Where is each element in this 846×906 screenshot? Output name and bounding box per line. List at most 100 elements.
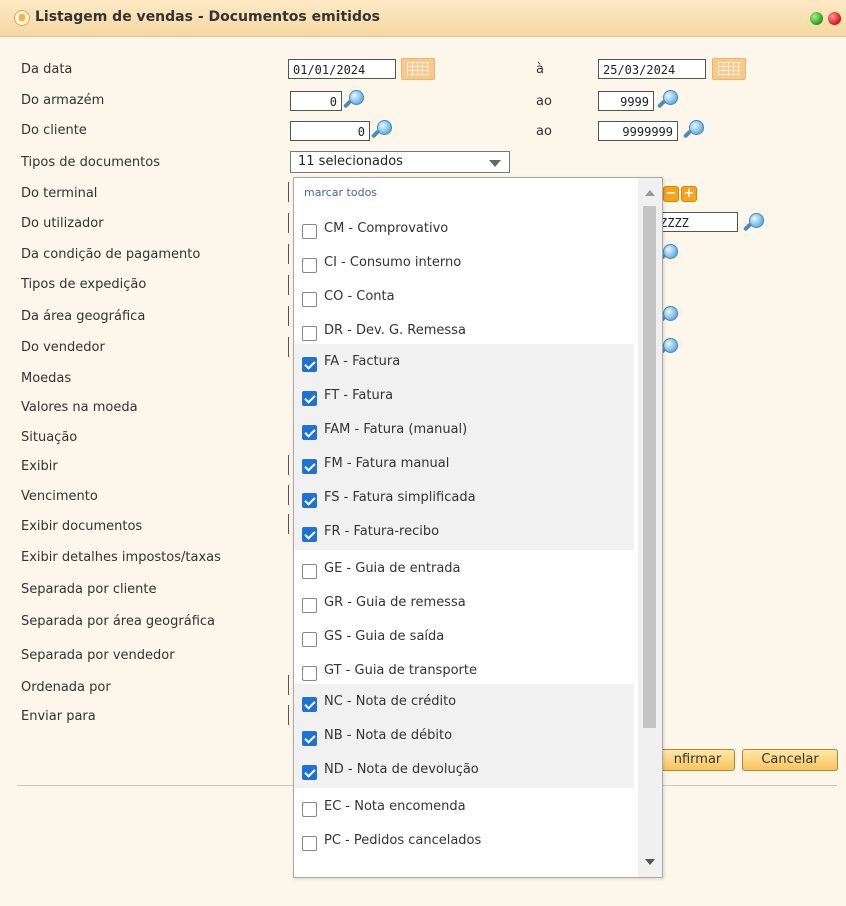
doc-type-option[interactable]: FA - Factura bbox=[294, 344, 634, 380]
doc-type-label: FS - Fatura simplificada bbox=[324, 490, 476, 505]
warehouse-from-input[interactable]: 0 bbox=[290, 91, 342, 111]
doc-type-label: FM - Fatura manual bbox=[324, 456, 450, 471]
client-to-input[interactable]: 9999999 bbox=[598, 121, 678, 141]
scroll-thumb[interactable] bbox=[643, 206, 656, 728]
warehouse-to-input[interactable]: 9999 bbox=[598, 91, 654, 111]
mark-all-link[interactable]: marcar todos bbox=[304, 186, 377, 199]
doc-type-option[interactable]: FS - Fatura simplificada bbox=[294, 480, 634, 516]
unchecked-checkbox[interactable] bbox=[302, 632, 317, 647]
doc-type-option[interactable]: CM - Comprovativo bbox=[294, 208, 634, 244]
doc-type-option[interactable]: FR - Fatura-recibo bbox=[294, 514, 634, 550]
form-label: Separada por cliente bbox=[21, 582, 157, 597]
unchecked-checkbox[interactable] bbox=[302, 326, 317, 341]
plus-icon[interactable]: + bbox=[681, 186, 697, 202]
warehouse-to-label: ao bbox=[536, 94, 552, 109]
date-from-input[interactable]: 01/01/2024 bbox=[288, 59, 396, 79]
form-label: Vencimento bbox=[21, 489, 98, 504]
unchecked-checkbox[interactable] bbox=[302, 224, 317, 239]
confirm-button[interactable]: nfirmar bbox=[660, 749, 735, 771]
doc-type-option[interactable]: NB - Nota de débito bbox=[294, 718, 634, 754]
calendar-icon[interactable] bbox=[401, 58, 435, 80]
doc-type-label: FR - Fatura-recibo bbox=[324, 524, 440, 539]
unchecked-checkbox[interactable] bbox=[302, 598, 317, 613]
doc-type-option[interactable]: PC - Pedidos cancelados bbox=[294, 820, 634, 856]
form-label: Do vendedor bbox=[21, 340, 105, 355]
doc-type-option[interactable]: GE - Guia de entrada bbox=[294, 548, 634, 584]
form-label: Tipos de documentos bbox=[21, 155, 160, 170]
doc-type-option[interactable]: ND - Nota de devolução bbox=[294, 752, 634, 788]
form-label: Enviar para bbox=[21, 709, 96, 724]
doc-type-option[interactable]: FT - Fatura bbox=[294, 378, 634, 414]
form-label: Do cliente bbox=[21, 123, 87, 138]
search-icon[interactable] bbox=[370, 119, 392, 141]
checked-checkbox[interactable] bbox=[302, 731, 317, 746]
unchecked-checkbox[interactable] bbox=[302, 836, 317, 851]
form-label: Do armazém bbox=[21, 93, 105, 108]
form-label: Tipos de expedição bbox=[21, 277, 147, 292]
scroll-down-icon[interactable] bbox=[645, 859, 655, 865]
title-bar: Listagem de vendas - Documentos emitidos bbox=[0, 0, 846, 37]
scrollbar[interactable] bbox=[638, 178, 662, 877]
search-icon[interactable] bbox=[682, 119, 704, 141]
form-label: Separada por área geográfica bbox=[21, 614, 216, 629]
form-label: Ordenada por bbox=[21, 680, 111, 695]
cancel-button[interactable]: Cancelar bbox=[742, 749, 838, 771]
minimize-icon[interactable] bbox=[810, 12, 823, 25]
date-to-input[interactable]: 25/03/2024 bbox=[598, 59, 706, 79]
doc-type-option[interactable]: FAM - Fatura (manual) bbox=[294, 412, 634, 448]
checked-checkbox[interactable] bbox=[302, 697, 317, 712]
doc-type-label: CM - Comprovativo bbox=[324, 221, 449, 236]
minus-icon[interactable]: − bbox=[663, 186, 679, 202]
doc-type-option[interactable]: DR - Dev. G. Remessa bbox=[294, 310, 634, 346]
checked-checkbox[interactable] bbox=[302, 765, 317, 780]
client-from-input[interactable]: 0 bbox=[290, 121, 370, 141]
doc-type-option[interactable]: GS - Guia de saída bbox=[294, 616, 634, 652]
form-label: Do utilizador bbox=[21, 216, 104, 231]
unchecked-checkbox[interactable] bbox=[302, 258, 317, 273]
doc-types-select[interactable]: 11 selecionados bbox=[290, 151, 510, 173]
doc-type-option[interactable]: CO - Conta bbox=[294, 276, 634, 312]
checked-checkbox[interactable] bbox=[302, 459, 317, 474]
unchecked-checkbox[interactable] bbox=[302, 802, 317, 817]
app-icon bbox=[14, 10, 30, 26]
calendar-icon[interactable] bbox=[712, 58, 746, 80]
unchecked-checkbox[interactable] bbox=[302, 666, 317, 681]
doc-type-label: CO - Conta bbox=[324, 289, 395, 304]
unchecked-checkbox[interactable] bbox=[302, 292, 317, 307]
doc-type-option[interactable]: NC - Nota de crédito bbox=[294, 684, 634, 720]
doc-type-label: PC - Pedidos cancelados bbox=[324, 833, 482, 848]
form-label: Moedas bbox=[21, 371, 72, 386]
form-label: Do terminal bbox=[21, 186, 98, 201]
scroll-up-icon[interactable] bbox=[645, 190, 655, 196]
form-label: Exibir detalhes impostos/taxas bbox=[21, 550, 221, 565]
checked-checkbox[interactable] bbox=[302, 391, 317, 406]
unchecked-checkbox[interactable] bbox=[302, 564, 317, 579]
form-label: Situação bbox=[21, 430, 78, 445]
checked-checkbox[interactable] bbox=[302, 357, 317, 372]
doc-type-option[interactable]: FM - Fatura manual bbox=[294, 446, 634, 482]
checked-checkbox[interactable] bbox=[302, 527, 317, 542]
doc-type-label: NB - Nota de débito bbox=[324, 728, 453, 743]
doc-type-option[interactable]: GT - Guia de transporte bbox=[294, 650, 634, 686]
search-icon[interactable] bbox=[656, 89, 678, 111]
close-icon[interactable] bbox=[828, 12, 841, 25]
form-label: Exibir documentos bbox=[21, 519, 143, 534]
doc-type-label: GE - Guia de entrada bbox=[324, 561, 461, 576]
search-icon[interactable] bbox=[742, 212, 764, 234]
doc-type-label: EC - Nota encomenda bbox=[324, 799, 466, 814]
checked-checkbox[interactable] bbox=[302, 425, 317, 440]
doc-type-label: FA - Factura bbox=[324, 354, 401, 369]
form-label: Separada por vendedor bbox=[21, 648, 175, 663]
search-icon[interactable] bbox=[342, 89, 364, 111]
doc-type-option[interactable]: GR - Guia de remessa bbox=[294, 582, 634, 618]
user-to-input[interactable]: ZZZZ bbox=[655, 212, 738, 232]
checked-checkbox[interactable] bbox=[302, 493, 317, 508]
doc-type-label: FT - Fatura bbox=[324, 388, 394, 403]
doc-types-value: 11 selecionados bbox=[298, 154, 403, 169]
doc-types-dropdown[interactable]: marcar todos CM - Comprovativo CI - Consu… bbox=[293, 177, 663, 878]
doc-type-option[interactable]: CI - Consumo interno bbox=[294, 242, 634, 278]
chevron-down-icon bbox=[489, 160, 501, 167]
form-label: Da área geográfica bbox=[21, 309, 146, 324]
doc-type-label: CI - Consumo interno bbox=[324, 255, 462, 270]
doc-type-option[interactable]: EC - Nota encomenda bbox=[294, 786, 634, 822]
